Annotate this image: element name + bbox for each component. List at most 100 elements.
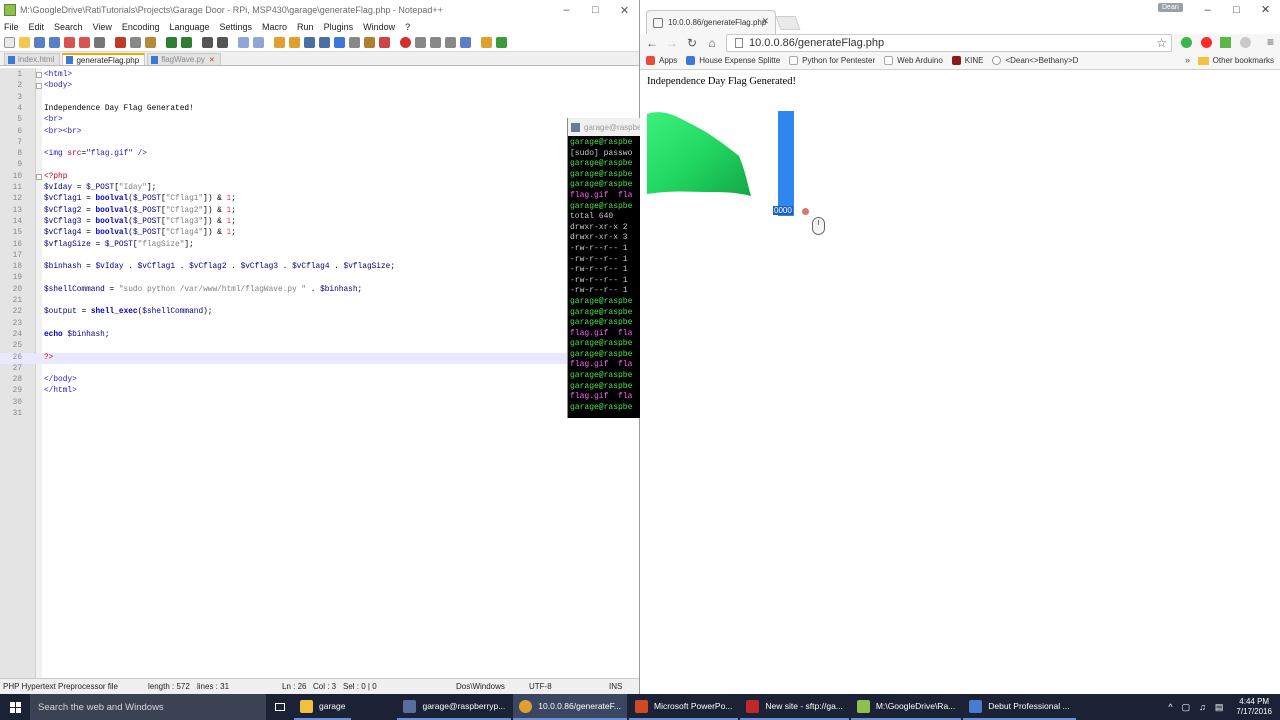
menu-macro[interactable]: Macro bbox=[262, 22, 287, 32]
new-tab-button[interactable] bbox=[775, 16, 801, 30]
fold-marker-icon[interactable] bbox=[36, 72, 42, 78]
show-hidden-icons-chevron-icon[interactable]: ^ bbox=[1168, 702, 1172, 712]
taskbar-item-filezilla[interactable]: New site - sftp://ga... bbox=[740, 694, 849, 720]
function-list-icon[interactable] bbox=[379, 37, 390, 48]
extension-grey-icon[interactable] bbox=[1240, 37, 1251, 48]
cut-icon[interactable] bbox=[115, 37, 126, 48]
close-tab-icon[interactable]: ✕ bbox=[761, 16, 769, 27]
reload-icon[interactable]: ↻ bbox=[686, 36, 698, 50]
menu-language[interactable]: Language bbox=[169, 22, 209, 32]
tab-flagwave-py[interactable]: flagWave.py ✕ bbox=[147, 53, 221, 65]
menu-encoding[interactable]: Encoding bbox=[122, 22, 160, 32]
menu-search[interactable]: Search bbox=[54, 22, 83, 32]
record-macro-icon[interactable] bbox=[400, 37, 411, 48]
status-lines: lines : 31 bbox=[197, 682, 230, 691]
zoom-out-icon[interactable] bbox=[253, 37, 264, 48]
play-macro-icon[interactable] bbox=[430, 37, 441, 48]
extension-arrow-icon[interactable] bbox=[1220, 37, 1231, 48]
code-line: 6 <br><br> bbox=[17, 127, 82, 136]
zoom-in-icon[interactable] bbox=[238, 37, 249, 48]
start-button[interactable] bbox=[0, 694, 30, 720]
profile-button[interactable]: Dean bbox=[1158, 3, 1183, 12]
page-info-icon[interactable] bbox=[735, 38, 743, 48]
bookmark-apps[interactable]: Apps bbox=[646, 56, 677, 65]
menu-view[interactable]: View bbox=[93, 22, 112, 32]
chrome-menu-icon[interactable]: ≡ bbox=[1267, 35, 1274, 49]
run-macro-multiple-icon[interactable] bbox=[445, 37, 456, 48]
undo-icon[interactable] bbox=[166, 37, 177, 48]
folder-icon[interactable] bbox=[481, 37, 492, 48]
udl-icon[interactable] bbox=[349, 37, 360, 48]
find-icon[interactable] bbox=[202, 37, 213, 48]
network-icon[interactable]: ▢ bbox=[1182, 702, 1191, 713]
minimize-button[interactable]: – bbox=[1193, 0, 1222, 20]
browser-tab[interactable]: 10.0.0.86/generateFlag.php ✕ bbox=[646, 10, 776, 34]
tab-index-html[interactable]: index.html bbox=[4, 53, 61, 65]
taskbar-item-powerpoint[interactable]: Microsoft PowerPo... bbox=[628, 694, 739, 720]
taskbar-item-notepadpp[interactable]: M:\GoogleDrive\Ra... bbox=[850, 694, 962, 720]
maximize-button[interactable]: □ bbox=[581, 4, 610, 17]
task-view-button[interactable] bbox=[266, 694, 294, 720]
forward-arrow-icon[interactable]: → bbox=[666, 36, 678, 50]
menu-window[interactable]: Window bbox=[363, 22, 395, 32]
save-macro-icon[interactable] bbox=[460, 37, 471, 48]
code-editor[interactable]: 1 <html> 2 <body> 3 4 Independence Day Flag… bbox=[0, 68, 639, 678]
redo-icon[interactable] bbox=[181, 37, 192, 48]
menu-plugins[interactable]: Plugins bbox=[324, 22, 354, 32]
save-icon[interactable] bbox=[34, 37, 45, 48]
close-file-icon[interactable] bbox=[64, 37, 75, 48]
other-bookmarks-folder[interactable]: Other bookmarks bbox=[1197, 56, 1274, 65]
taskbar-item-explorer[interactable]: garage bbox=[294, 694, 352, 720]
home-icon[interactable]: ⌂ bbox=[706, 36, 718, 50]
minimize-button[interactable]: – bbox=[552, 4, 581, 17]
word-wrap-icon[interactable] bbox=[304, 37, 315, 48]
bookmark-house-expense[interactable]: House Expense Splitte bbox=[686, 56, 780, 65]
fold-marker-icon[interactable] bbox=[36, 174, 42, 180]
back-arrow-icon[interactable]: ← bbox=[646, 36, 658, 50]
open-file-icon[interactable] bbox=[19, 37, 30, 48]
check-icon[interactable] bbox=[496, 37, 507, 48]
bookmark-python-pentesters[interactable]: Python for Pentester bbox=[789, 56, 875, 65]
tab-generateflag-php[interactable]: generateFlag.php bbox=[62, 53, 146, 65]
copy-icon[interactable] bbox=[130, 37, 141, 48]
more-bookmarks-chevron-icon[interactable]: » bbox=[1185, 55, 1190, 65]
bookmark-star-icon[interactable]: ☆ bbox=[1156, 36, 1167, 50]
taskbar-item-debut[interactable]: Debut Professional ... bbox=[963, 694, 1076, 720]
menu-settings[interactable]: Settings bbox=[220, 22, 253, 32]
notification-icon[interactable]: ▤ bbox=[1215, 702, 1224, 713]
close-button[interactable]: ✕ bbox=[610, 4, 639, 17]
system-clock[interactable]: 4:44 PM 7/17/2016 bbox=[1236, 697, 1272, 717]
bookmark-web-arduino[interactable]: Web Arduino bbox=[884, 56, 943, 65]
sync-scroll-v-icon[interactable] bbox=[274, 37, 285, 48]
extension-green-icon[interactable] bbox=[1181, 37, 1192, 48]
close-tab-icon[interactable]: ✕ bbox=[209, 56, 215, 64]
terminal-line: garage@raspbe bbox=[570, 138, 633, 147]
sync-scroll-h-icon[interactable] bbox=[289, 37, 300, 48]
bookmark-dean-bethany[interactable]: <Dean<>Bethany>D bbox=[992, 56, 1078, 65]
menu-file[interactable]: File bbox=[4, 22, 19, 32]
volume-icon[interactable]: ♫ bbox=[1199, 702, 1206, 712]
extension-opera-icon[interactable] bbox=[1201, 37, 1212, 48]
fold-marker-icon[interactable] bbox=[36, 83, 42, 89]
save-all-icon[interactable] bbox=[49, 37, 60, 48]
doc-map-icon[interactable] bbox=[364, 37, 375, 48]
address-bar[interactable]: 10.0.0.86/generateFlag.php ☆ bbox=[726, 34, 1172, 52]
replace-icon[interactable] bbox=[217, 37, 228, 48]
close-all-icon[interactable] bbox=[79, 37, 90, 48]
paste-icon[interactable] bbox=[145, 37, 156, 48]
close-button[interactable]: ✕ bbox=[1251, 0, 1280, 20]
taskbar-item-putty[interactable]: garage@raspberryp... bbox=[397, 694, 512, 720]
bookmark-kine[interactable]: KINE bbox=[951, 56, 983, 65]
taskbar-search-box[interactable]: Search the web and Windows bbox=[30, 694, 266, 720]
taskbar-item-chrome[interactable]: 10.0.0.86/generateF... bbox=[513, 694, 627, 720]
menu-help[interactable]: ? bbox=[405, 22, 410, 32]
print-icon[interactable] bbox=[94, 37, 105, 48]
menu-run[interactable]: Run bbox=[297, 22, 314, 32]
putty-terminal-window[interactable]: garage@raspberrypi: /var/www/html garage… bbox=[567, 118, 640, 418]
indent-guide-icon[interactable] bbox=[334, 37, 345, 48]
maximize-button[interactable]: □ bbox=[1222, 0, 1251, 20]
stop-macro-icon[interactable] bbox=[415, 37, 426, 48]
show-all-chars-icon[interactable] bbox=[319, 37, 330, 48]
new-file-icon[interactable] bbox=[4, 37, 15, 48]
menu-edit[interactable]: Edit bbox=[29, 22, 45, 32]
